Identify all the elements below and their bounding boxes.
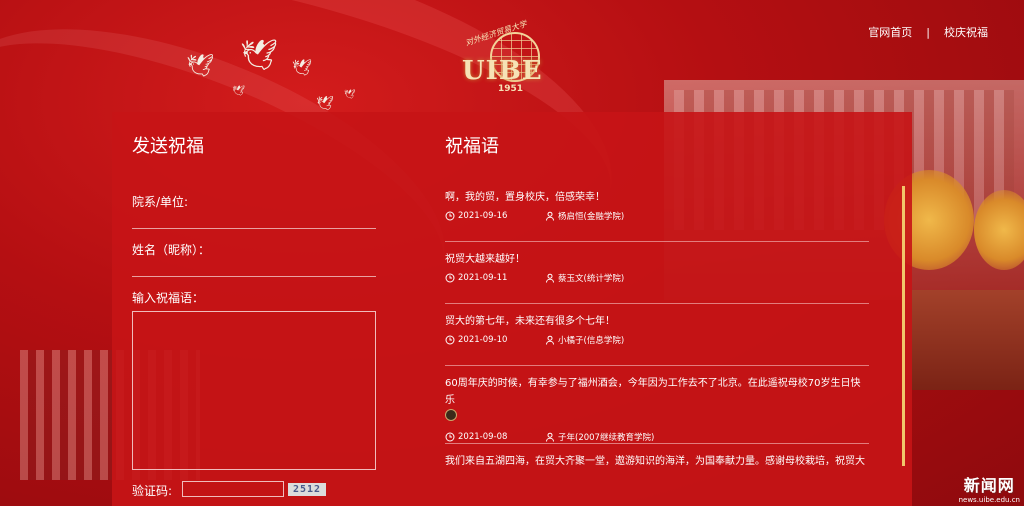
emoji-icon [445, 409, 457, 421]
wish-text-content: 60周年庆的时候，有幸参与了福州酒会，今年因为工作去不了北京。在此遥祝母校70岁… [445, 378, 861, 406]
wish-date: 2021-09-10 [458, 335, 508, 345]
wish-author: 蔡玉文(统计学院) [558, 274, 625, 284]
wish-text: 我们来自五湖四海，在贸大齐聚一堂，遨游知识的海洋，为国奉献力量。感谢母校栽培，祝… [445, 456, 865, 467]
wish-text: 贸大的第七年，未来还有很多个七年！ [445, 316, 615, 327]
logo-abbr: UIBE [462, 56, 543, 86]
wish-item: 60周年庆的时候，有幸参与了福州酒会，今年因为工作去不了北京。在此遥祝母校70岁… [445, 366, 869, 444]
dove-icon: 🕊 [232, 86, 245, 97]
message-textarea[interactable] [132, 311, 376, 470]
wishes-list[interactable]: 啊，我的贸，置身校庆，倍感荣幸！ 2021-09-16 杨启恒(金融学院) 祝贸… [445, 180, 869, 470]
logo-year: 1951 [498, 84, 524, 94]
main-panel: 发送祝福 院系/单位: 姓名（昵称）： 输入祝福语： 验证码: 2512 祝福语… [112, 112, 912, 506]
scrollbar-thumb[interactable] [902, 186, 905, 466]
captcha-label: 验证码: [132, 484, 173, 498]
wish-text: 祝贸大越来越好！ [445, 254, 525, 265]
nav-home-link[interactable]: 官网首页 [868, 24, 912, 40]
news-watermark: 新闻网 news.uibe.edu.cn [959, 472, 1020, 504]
wishes-title: 祝福语 [445, 136, 499, 157]
wish-author: 杨启恒(金融学院) [558, 212, 625, 222]
dove-icon: 🕊 [344, 90, 356, 100]
wish-item: 我们来自五湖四海，在贸大齐聚一堂，遨游知识的海洋，为国奉献力量。感谢母校栽培，祝… [445, 444, 869, 470]
user-icon [546, 273, 554, 283]
captcha-input[interactable] [182, 481, 284, 497]
watermark-name: 新闻网 [963, 476, 1015, 495]
wish-meta: 2021-09-16 杨启恒(金融学院) [445, 206, 869, 226]
user-icon [546, 335, 554, 345]
wishes-scrollbar[interactable] [902, 186, 905, 466]
wish-item: 祝贸大越来越好！ 2021-09-11 蔡玉文(统计学院) [445, 242, 869, 304]
nav-separator: | [926, 25, 930, 39]
wish-author: 子年(2007继续教育学院) [558, 433, 655, 443]
wish-item: 贸大的第七年，未来还有很多个七年！ 2021-09-10 小橘子(信息学院) [445, 304, 869, 366]
nav-celebration-link[interactable]: 校庆祝福 [944, 24, 988, 40]
name-input[interactable] [132, 276, 376, 277]
clock-icon [445, 211, 455, 221]
wish-item: 啊，我的贸，置身校庆，倍感荣幸！ 2021-09-16 杨启恒(金融学院) [445, 180, 869, 242]
message-label: 输入祝福语： [132, 291, 205, 305]
campus-ground [904, 290, 1024, 390]
dove-icon: 🕊 [186, 54, 214, 79]
wish-text: 60周年庆的时候，有幸参与了福州酒会，今年因为工作去不了北京。在此遥祝母校70岁… [445, 375, 869, 427]
clock-icon [445, 273, 455, 283]
wish-meta: 2021-09-10 小橘子(信息学院) [445, 330, 869, 350]
top-nav: 官网首页 | 校庆祝福 [868, 24, 988, 40]
dove-icon: 🕊 [292, 58, 313, 77]
dove-icon: 🕊 [316, 96, 334, 112]
wish-text: 啊，我的贸，置身校庆，倍感荣幸！ [445, 192, 605, 203]
clock-icon [445, 432, 455, 442]
university-logo[interactable]: 对外经济贸易大学 UIBE 1951 [458, 19, 568, 98]
captcha-image[interactable]: 2512 [288, 483, 326, 496]
user-icon [546, 432, 554, 442]
department-label: 院系/单位: [132, 195, 189, 209]
wish-author: 小橘子(信息学院) [558, 336, 625, 346]
wish-date: 2021-09-08 [458, 432, 508, 442]
watermark-url: news.uibe.edu.cn [958, 496, 1020, 504]
wish-meta: 2021-09-11 蔡玉文(统计学院) [445, 268, 869, 288]
wish-date: 2021-09-11 [458, 273, 508, 283]
send-wish-title: 发送祝福 [132, 136, 204, 157]
user-icon [546, 211, 554, 221]
department-input[interactable] [132, 228, 376, 229]
clock-icon [445, 335, 455, 345]
wish-date: 2021-09-16 [458, 211, 508, 221]
dove-icon: 🕊 [240, 38, 279, 73]
name-label: 姓名（昵称）： [132, 243, 211, 257]
